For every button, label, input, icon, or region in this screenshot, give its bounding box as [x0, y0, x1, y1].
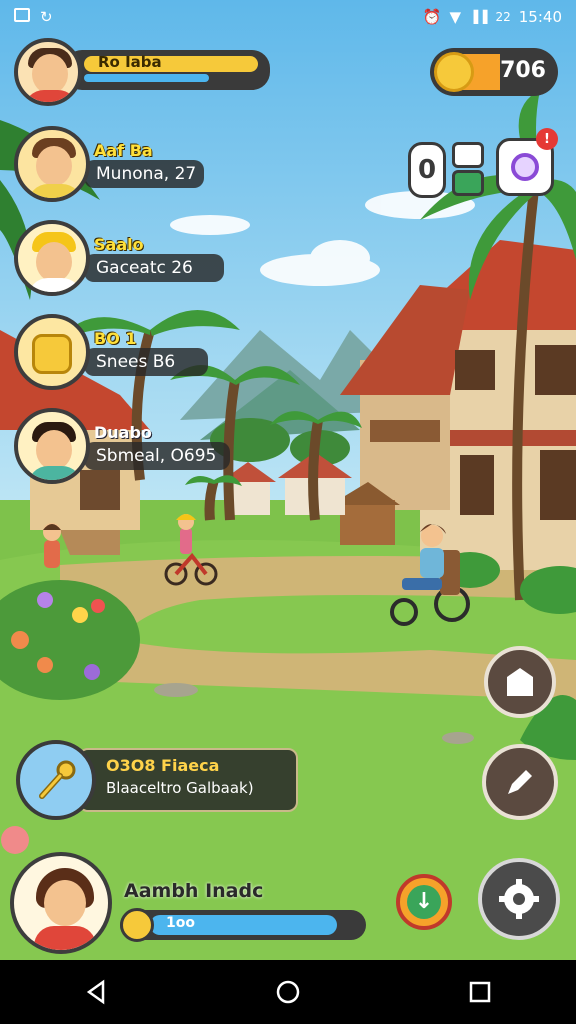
- camera-icon: [511, 153, 539, 181]
- home-icon: [507, 668, 533, 696]
- friend-tag-2: Saalo: [94, 234, 144, 254]
- friend-row-2[interactable]: Saalo Gaceatc 26: [14, 220, 224, 296]
- notification-badge: !: [536, 128, 558, 150]
- friend-avatar-1[interactable]: [14, 126, 90, 202]
- friend-info-1: Munona, 27: [84, 159, 204, 188]
- notification-count: !: [544, 131, 550, 147]
- signal-label: 22: [495, 10, 511, 24]
- task-button-top[interactable]: [452, 142, 484, 168]
- friend-row-3[interactable]: BO 1 Snees B6: [14, 314, 208, 390]
- inventory-button[interactable]: 0: [408, 142, 446, 198]
- key-icon: [39, 760, 76, 799]
- check-icon: ↓: [407, 885, 441, 919]
- recents-icon[interactable]: [467, 979, 493, 1005]
- player-xp-bar: Ro Iaba: [64, 50, 270, 90]
- edit-button[interactable]: [482, 744, 558, 820]
- status-bar: ↻ ⏰ ▼ ▐▐ 22 15:40: [0, 0, 576, 36]
- system-nav-bar: [0, 960, 576, 1024]
- player-avatar[interactable]: [14, 38, 82, 106]
- friend-tag-4: Duabo: [94, 422, 152, 442]
- player-name: Ro Iaba: [98, 53, 162, 71]
- quest-title: O3O8 Fiaeca: [106, 756, 220, 775]
- confirm-button[interactable]: ↓: [396, 874, 452, 930]
- friend-info-4: Sbmeal, O695: [84, 441, 230, 470]
- coin-value: 706: [500, 58, 546, 83]
- player-xp-fill: [84, 74, 209, 82]
- player-profile[interactable]: Ro Iaba: [14, 38, 270, 108]
- quest-subtitle: Blaaceltro Galbaak): [106, 779, 254, 797]
- friend-tag-1: Aaf Ba: [94, 140, 153, 160]
- friend-avatar-2[interactable]: [14, 220, 90, 296]
- bottom-player-avatar[interactable]: [10, 852, 112, 954]
- task-button-bottom[interactable]: [452, 170, 484, 196]
- quest-icon-button[interactable]: [16, 740, 96, 820]
- friend-avatar-4[interactable]: [14, 408, 90, 484]
- back-icon[interactable]: [83, 979, 109, 1005]
- home-nav-icon[interactable]: [275, 979, 301, 1005]
- friend-row-4[interactable]: Duabo Sbmeal, O695: [14, 408, 230, 484]
- pencil-icon: [508, 770, 532, 794]
- bottom-player-bar-icon: [120, 908, 154, 942]
- settings-button[interactable]: [478, 858, 560, 940]
- alarm-icon: ⏰: [422, 8, 442, 26]
- friend-info-2: Gaceatc 26: [84, 253, 224, 282]
- bottom-player-panel[interactable]: Aambh Inadc 1oo: [10, 852, 370, 958]
- inventory-counter: 0: [417, 155, 437, 185]
- friend-avatar-3[interactable]: [14, 314, 90, 390]
- bottom-player-name: Aambh Inadc: [124, 880, 264, 902]
- quest-text-box: O3O8 Fiaeca Blaaceltro Galbaak): [78, 748, 298, 812]
- friend-info-3: Snees B6: [84, 347, 208, 376]
- coin-counter[interactable]: 706: [430, 48, 558, 96]
- home-button[interactable]: [484, 646, 556, 718]
- friend-row-1[interactable]: Aaf Ba Munona, 27: [14, 126, 204, 202]
- bottom-player-bar: 1oo: [120, 910, 366, 940]
- wifi-icon: ▼: [449, 8, 462, 26]
- friend-tag-3: BO 1: [94, 328, 137, 348]
- sync-icon: ↻: [40, 8, 53, 26]
- settings-icon: [499, 879, 539, 919]
- quest-panel[interactable]: O3O8 Fiaeca Blaaceltro Galbaak): [16, 740, 298, 820]
- status-time: 15:40: [518, 8, 562, 26]
- bottom-player-bar-label: 1oo: [166, 915, 195, 931]
- coin-icon: [434, 52, 474, 92]
- signal-icon: ▐▐: [469, 10, 488, 24]
- notification-icon: [14, 8, 30, 22]
